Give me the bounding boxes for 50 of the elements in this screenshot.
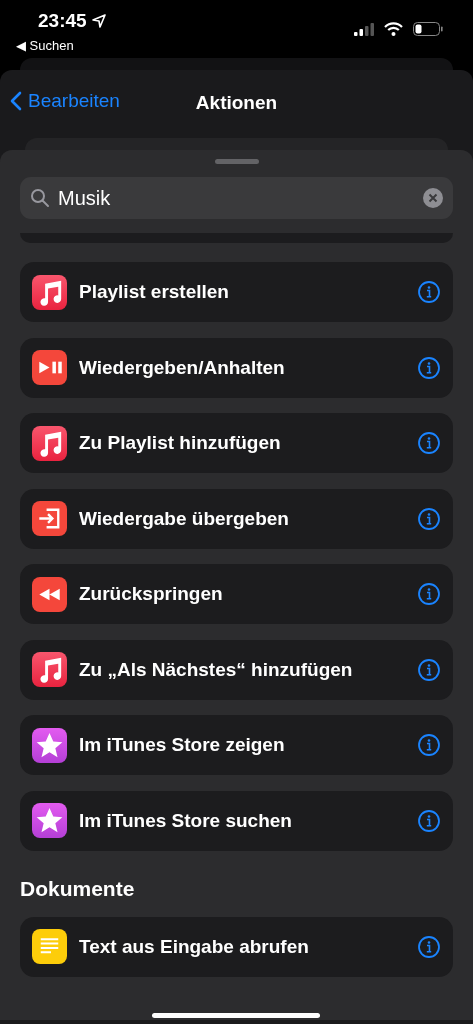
action-label: Text aus Eingabe abrufen [79, 935, 310, 958]
back-button[interactable]: Bearbeiten [10, 90, 120, 112]
info-button[interactable] [417, 280, 441, 304]
location-arrow-icon [91, 14, 106, 28]
info-button[interactable] [417, 808, 441, 833]
clear-icon[interactable] [423, 188, 443, 208]
action-row[interactable]: Wiedergeben/Anhalten [20, 337, 453, 398]
info-button[interactable] [417, 934, 441, 959]
star-app-icon [32, 803, 67, 838]
action-label: Playlist erstellen [79, 281, 230, 303]
chevron-left-icon [10, 91, 22, 111]
action-label: Zu Playlist hinzufügen [79, 432, 282, 454]
action-label: Wiedergeben/Anhalten [79, 356, 286, 379]
action-row[interactable]: Im iTunes Store zeigen [20, 715, 453, 775]
action-label: Zu „Als Nächstes“ hinzufügen [79, 658, 354, 681]
action-label: Im iTunes Store suchen [79, 809, 293, 832]
action-row[interactable]: Im iTunes Store suchen [20, 790, 453, 851]
rewind-app-icon [32, 576, 67, 612]
action-label: Im iTunes Store zeigen [79, 734, 286, 756]
info-button[interactable] [417, 355, 441, 380]
action-label: Zurückspringen [79, 583, 224, 605]
info-button[interactable] [417, 733, 441, 757]
status-time: 23:45 [38, 10, 87, 32]
music-app-icon [32, 425, 67, 461]
search-field[interactable]: Musik [58, 186, 415, 210]
music-app-icon [32, 652, 67, 687]
signal-icon [354, 22, 374, 36]
battery-icon [413, 22, 443, 36]
wifi-icon [384, 22, 403, 36]
star-app-icon [32, 727, 67, 763]
handoff-app-icon [32, 501, 67, 536]
action-row[interactable]: Wiedergabe übergeben [20, 488, 453, 549]
music-app-icon [32, 274, 67, 310]
info-button[interactable] [417, 657, 441, 682]
info-button[interactable] [417, 582, 441, 606]
document-app-icon [32, 929, 67, 964]
action-row[interactable]: Playlist erstellen [20, 262, 453, 322]
action-label: Wiedergabe übergeben [79, 507, 290, 530]
back-to-app-link[interactable]: ◀ Suchen [16, 38, 74, 53]
section-title: Dokumente [20, 876, 136, 901]
action-row[interactable]: Zurückspringen [20, 564, 453, 624]
search-bar[interactable]: Musik [20, 177, 453, 219]
info-button[interactable] [417, 506, 441, 531]
action-row[interactable]: Zu Playlist hinzufügen [20, 413, 453, 473]
nav-title: Aktionen [195, 92, 278, 114]
playpause-app-icon [32, 350, 67, 385]
search-icon [30, 188, 50, 208]
info-button[interactable] [417, 431, 441, 455]
action-row[interactable]: Text aus Eingabe abrufen [20, 916, 453, 977]
action-row[interactable]: Zu „Als Nächstes“ hinzufügen [20, 639, 453, 700]
